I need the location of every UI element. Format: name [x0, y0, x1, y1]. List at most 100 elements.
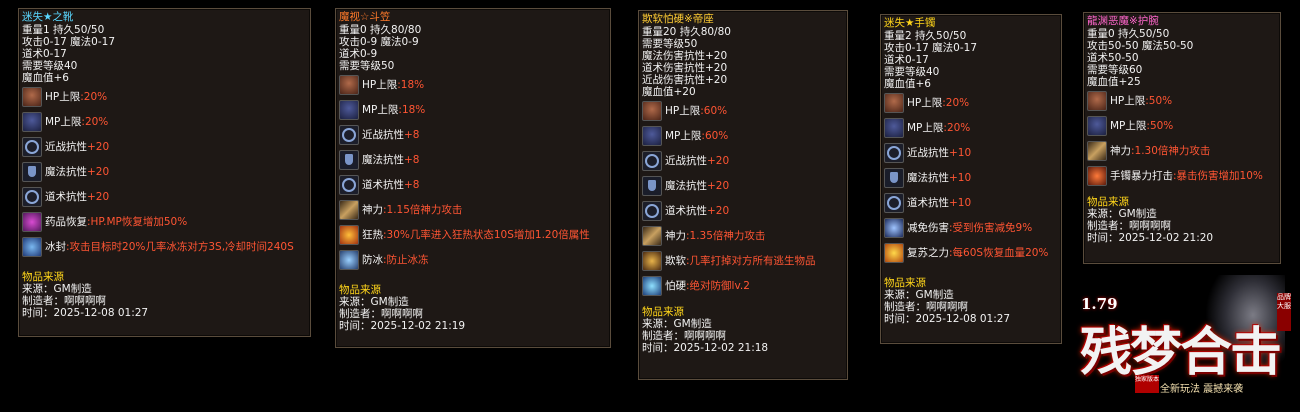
property-label: 手镯暴力打击 — [1110, 169, 1173, 182]
item-stat-line: 攻击50-50 魔法50-50 — [1087, 40, 1194, 52]
property-value: +8 — [404, 178, 420, 191]
item-source-line: 来源：GM制造 — [642, 318, 712, 330]
logo-tag: 独家版本 — [1135, 375, 1159, 393]
property-label: 魔法抗性 — [665, 179, 707, 192]
property-label: 复苏之力 — [907, 246, 949, 259]
property-value: :60% — [701, 129, 729, 142]
property-value: +10 — [949, 196, 972, 209]
magic-resist-icon — [22, 161, 42, 182]
item-property-row: 神力:1.30倍神力攻击 — [1087, 138, 1277, 163]
property-value: :攻击目标时20%几率冰冻对方3S,冷却时间240S — [66, 240, 294, 253]
divine-power-icon — [642, 225, 662, 246]
freeze-icon — [22, 236, 42, 257]
item-name: 欺软怕硬※帝座 — [642, 13, 714, 25]
hp-icon — [22, 86, 42, 107]
property-label: 药品恢复 — [45, 215, 87, 228]
property-value: +20 — [707, 204, 730, 217]
property-value: +8 — [404, 128, 420, 141]
item-property-row: MP上限:20% — [884, 115, 1058, 140]
property-value: :50% — [1146, 119, 1174, 132]
item-stat-line: 需要等级50 — [339, 60, 395, 72]
property-label: MP上限 — [665, 129, 702, 142]
game-logo: 品牌大服 1.79 残梦合击 独家版本 全新玩法 震撼来袭 — [1065, 275, 1300, 412]
item-property-row: MP上限:18% — [339, 97, 607, 122]
item-source-line: 来源：GM制造 — [339, 296, 409, 308]
item-stat-line: 道术0-9 — [339, 48, 378, 60]
mp-icon — [642, 125, 662, 146]
frenzy-icon — [339, 224, 359, 245]
property-label: MP上限 — [362, 103, 399, 116]
item-property-row: HP上限:20% — [884, 90, 1058, 115]
item-stat-line: 重量2 持久50/50 — [884, 30, 967, 42]
item-stat-line: 攻击0-17 魔法0-17 — [884, 42, 977, 54]
item-stat-line: 道术50-50 — [1087, 52, 1139, 64]
item-property-row: 手镯暴力打击:暴击伤害增加10% — [1087, 163, 1277, 188]
property-label: 欺软 — [665, 254, 686, 267]
property-label: HP上限 — [362, 78, 398, 91]
item-property-row: MP上限:60% — [642, 123, 844, 148]
bully-icon — [642, 250, 662, 271]
item-property-row: HP上限:20% — [22, 84, 307, 109]
property-label: 冰封 — [45, 240, 66, 253]
item-property-row: HP上限:50% — [1087, 88, 1277, 113]
item-source-line: 来源：GM制造 — [1087, 208, 1157, 220]
potion-icon — [22, 211, 42, 232]
property-value: +20 — [87, 165, 110, 178]
property-label: 近战抗性 — [907, 146, 949, 159]
property-label: 神力 — [1110, 144, 1131, 157]
item-property-row: 近战抗性 +20 — [22, 134, 307, 159]
item-property-row: 近战抗性 +20 — [642, 148, 844, 173]
item-source-line: 时间：2025-12-08 01:27 — [884, 313, 1011, 325]
logo-brand-title: 残梦合击 — [1080, 322, 1282, 383]
item-stat-line: 道术0-17 — [22, 48, 67, 60]
property-value: :每60S恢复血量20% — [949, 246, 1049, 259]
melee-resist-icon — [22, 136, 42, 157]
item-stat-line: 重量0 持久50/50 — [1087, 28, 1170, 40]
taoist-resist-icon — [22, 186, 42, 207]
property-value: +8 — [404, 153, 420, 166]
property-value: :1.15倍神力攻击 — [383, 203, 463, 216]
mp-icon — [22, 111, 42, 132]
hp-icon — [884, 92, 904, 113]
property-label: HP上限 — [665, 104, 701, 117]
item-property-row: MP上限:50% — [1087, 113, 1277, 138]
item-stat-line: 道术伤害抗性+20 — [642, 62, 728, 74]
item-source-line: 制造者：啊啊啊啊 — [22, 295, 106, 307]
item-stat-line: 重量20 持久80/80 — [642, 26, 731, 38]
property-label: 道术抗性 — [362, 178, 404, 191]
item-property-row: 魔法抗性 +20 — [22, 159, 307, 184]
item-property-row: 冰封:攻击目标时20%几率冰冻对方3S,冷却时间240S — [22, 234, 307, 259]
item-name: 龍渊恶魔※护腕 — [1087, 15, 1159, 27]
property-label: 近战抗性 — [665, 154, 707, 167]
property-label: 神力 — [665, 229, 686, 242]
property-label: 近战抗性 — [45, 140, 87, 153]
item-stat-line: 魔血值+20 — [642, 86, 696, 98]
item-source-heading: 物品来源 — [1087, 196, 1129, 208]
melee-resist-icon — [339, 124, 359, 145]
item-property-row: 怕硬:绝对防御lv.2 — [642, 273, 844, 298]
property-label: 魔法抗性 — [362, 153, 404, 166]
property-value: :1.35倍神力攻击 — [686, 229, 766, 242]
property-label: 近战抗性 — [362, 128, 404, 141]
damage-reduce-icon — [884, 217, 904, 238]
property-value: :18% — [397, 78, 425, 91]
divine-power-icon — [1087, 140, 1107, 161]
item-stat-line: 需要等级60 — [1087, 64, 1143, 76]
property-label: 道术抗性 — [907, 196, 949, 209]
item-stat-line: 重量1 持久50/50 — [22, 24, 105, 36]
property-label: 防冰 — [362, 253, 383, 266]
item-property-row: 欺软:几率打掉对方所有逃生物品 — [642, 248, 844, 273]
property-label: HP上限 — [1110, 94, 1146, 107]
mp-icon — [339, 99, 359, 120]
property-value: :绝对防御lv.2 — [686, 279, 750, 292]
item-source-line: 时间：2025-12-08 01:27 — [22, 307, 149, 319]
property-label: 魔法抗性 — [907, 171, 949, 184]
property-value: :20% — [943, 121, 971, 134]
property-value: :18% — [398, 103, 426, 116]
item-property-row: 魔法抗性 +10 — [884, 165, 1058, 190]
property-value: :20% — [942, 96, 970, 109]
item-property-row: 神力:1.15倍神力攻击 — [339, 197, 607, 222]
item-stat-line: 需要等级40 — [884, 66, 940, 78]
property-label: HP上限 — [45, 90, 81, 103]
item-source-heading: 物品来源 — [339, 284, 381, 296]
